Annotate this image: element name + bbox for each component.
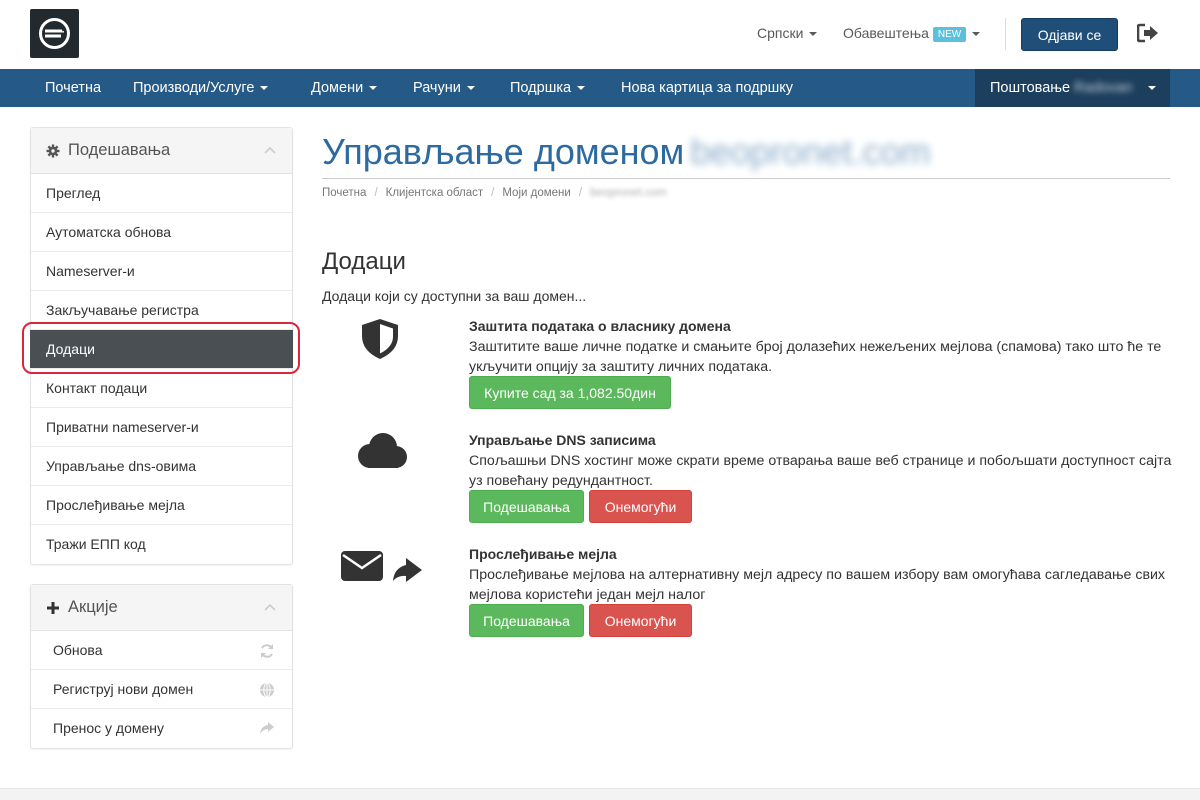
addon-title: Управљање DNS записима [469,432,656,448]
buy-id-protection-button[interactable]: Купите сад за 1,082.50дин [469,376,671,409]
shield-icon [360,318,400,365]
sidebar-item-registrar-lock[interactable]: Закључавање регистра [31,291,292,330]
breadcrumb-client-area[interactable]: Клијентска област [386,187,484,199]
addon-description: Спољашњи DNS хостинг може скрати време о… [469,453,1172,489]
logout-button[interactable]: Одјави се [1021,18,1118,51]
nav-new-ticket[interactable]: Нова картица за подршку [621,69,793,107]
envelope-forward-icon [340,548,424,589]
sidebar-item-dns-management[interactable]: Управљање dns-овима [31,447,292,486]
globe-icon [260,682,274,698]
notifications-dropdown[interactable]: Обавештења NEW [843,25,981,42]
language-selector[interactable]: Српски [757,25,818,41]
cloud-icon [354,432,408,475]
settings-panel-header[interactable]: Подешавања [31,128,292,174]
footer [0,788,1200,800]
domain-name: beopronet.com [690,131,931,172]
chevron-down-icon [466,86,475,91]
breadcrumb-my-domains[interactable]: Моји домени [502,187,570,199]
language-label: Српски [757,25,804,41]
chevron-down-icon [809,32,818,37]
chevron-down-icon [260,86,269,91]
sidebar-item-email-forwarding[interactable]: Прослеђивање мејла [31,486,292,525]
addon-description: Прослеђивање мејлова на алтернативну меј… [469,567,1166,603]
breadcrumb-home[interactable]: Почетна [322,187,366,199]
sidebar-item-contact-info[interactable]: Контакт подаци [31,369,292,408]
actions-title: Акције [68,598,118,616]
sign-out-icon[interactable] [1136,23,1159,48]
chevron-down-icon [369,86,378,91]
gear-icon [46,144,60,157]
greeting-label: Поштовање [990,80,1071,96]
action-renew[interactable]: Обнова [31,631,292,670]
top-header: Српски Обавештења NEW Одјави се [0,0,1200,69]
nav-products[interactable]: Производи/Услуге [133,69,269,107]
chevron-down-icon [972,32,981,37]
actions-panel: Акције Обнова Региструј нови домен Прено… [30,584,293,749]
nav-domains[interactable]: Домени [311,69,378,107]
nav-home[interactable]: Почетна [45,69,101,107]
settings-title: Подешавања [68,141,171,159]
logo[interactable] [30,9,79,58]
page-title: Управљање доменом beopronet.com [322,131,931,172]
section-description: Додаци који су доступни за ваш домен... [322,288,587,304]
divider [322,178,1170,179]
new-badge: NEW [932,27,967,42]
sidebar-item-epp-code[interactable]: Тражи ЕПП код [31,525,292,564]
main-navbar: Почетна Производи/Услуге Домени Рачуни П… [0,69,1200,107]
dns-settings-button[interactable]: Подешавања [469,490,584,523]
sidebar-item-addons[interactable]: Додаци [30,330,293,369]
actions-panel-header[interactable]: Акције [31,585,292,631]
sidebar-item-nameservers[interactable]: Nameserver-и [31,252,292,291]
user-name: Radovan [1074,80,1133,96]
chevron-up-icon[interactable] [264,603,276,611]
section-title: Додаци [322,248,406,275]
refresh-icon [261,644,273,658]
action-transfer-domain[interactable]: Пренос у домену [31,709,292,748]
plus-icon [47,601,59,614]
nav-invoices[interactable]: Рачуни [413,69,475,107]
chevron-down-icon [1148,86,1156,90]
share-arrow-icon [260,722,274,734]
user-menu[interactable]: Поштовање Radovan [975,69,1170,107]
addon-description: Заштитите ваше личне податке и смањите б… [469,339,1162,375]
nav-support[interactable]: Подршка [510,69,586,107]
settings-panel: Подешавања Преглед Аутоматска обнова Nam… [30,127,293,565]
breadcrumb-current-domain: beopronet.com [590,187,667,199]
sidebar-item-overview[interactable]: Преглед [31,174,292,213]
addon-title: Заштита података о власнику домена [469,318,731,334]
addon-title: Прослеђивање мејла [469,546,617,562]
chevron-up-icon[interactable] [264,146,276,154]
action-register-domain[interactable]: Региструј нови домен [31,670,292,709]
breadcrumb: Почетна / Клијентска област / Моји домени / be… [322,187,667,199]
sidebar-item-private-nameservers[interactable]: Приватни nameserver-и [31,408,292,447]
dns-disable-button[interactable]: Онемогући [589,490,692,523]
divider [1005,18,1006,50]
chevron-down-icon [577,86,586,91]
sidebar-item-auto-renew[interactable]: Аутоматска обнова [31,213,292,252]
email-forwarding-settings-button[interactable]: Подешавања [469,604,584,637]
email-forwarding-disable-button[interactable]: Онемогући [589,604,692,637]
notifications-label: Обавештења [843,25,929,41]
